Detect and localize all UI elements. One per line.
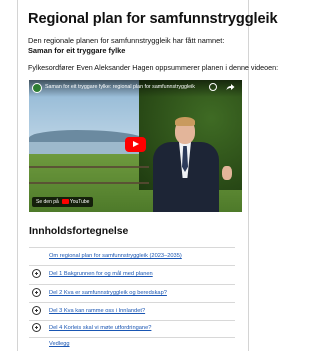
watch-later-icon[interactable] [209,83,217,91]
toc-item[interactable]: Om regional plan for samfunnstryggleik (… [29,250,235,265]
video-player[interactable]: Saman for eit tryggare fylke: regional p… [29,80,242,212]
expand-plus-icon[interactable] [32,269,41,278]
video-byline: Fylkesordfører Even Aleksander Hagen opp… [28,63,279,72]
youtube-logo-icon [61,199,69,204]
plan-name: Saman for eit tryggare fylke [28,45,126,55]
toc-divider [29,320,235,321]
watch-on-youtube-button[interactable]: Se den på YouTube [32,197,94,207]
speaker-hair [175,117,195,126]
toc-divider [29,284,235,285]
toc-link[interactable]: Vedlegg [49,341,70,347]
toc-item[interactable]: Del 2 Kva er samfunnstryggleik og bereds… [29,287,235,302]
intro-text: Den regionale planen for samfunnstryggle… [28,36,225,45]
toc-divider [29,302,235,303]
intro-paragraph: Den regionale planen for samfunnstryggle… [28,36,238,55]
video-title[interactable]: Saman for eit tryggare fylke: regional p… [45,84,195,90]
channel-logo-icon[interactable] [32,83,42,93]
expand-plus-icon[interactable] [32,306,41,315]
toc-divider [29,265,235,266]
toc-heading: Innholdsfortegnelse [29,226,129,237]
toc-link[interactable]: Del 4 Korleis skal vi møte utfordringane… [49,325,151,331]
page-title: Regional plan for samfunnstryggleik [28,11,278,27]
expand-plus-icon[interactable] [32,288,41,297]
toc-divider [29,247,235,248]
toc-link[interactable]: Del 1 Bakgrunnen for og mål med planen [49,271,153,277]
toc-item[interactable]: Del 1 Bakgrunnen for og mål med planen [29,268,235,283]
watch-label: Se den på [36,199,59,205]
watch-platform: YouTube [69,199,90,205]
toc-item[interactable]: Del 3 Kva kan ramme oss i Innlandet? [29,305,235,320]
speaker-hand [222,166,232,180]
article-frame: Regional plan for samfunnstryggleik Den … [17,0,279,351]
expand-plus-icon[interactable] [32,323,41,332]
toc-item[interactable]: Del 4 Korleis skal vi møte utfordringane… [29,322,235,337]
toc-link[interactable]: Om regional plan for samfunnstryggleik (… [49,253,182,259]
share-icon[interactable] [226,83,235,91]
toc-link[interactable]: Del 2 Kva er samfunnstryggleik og bereds… [49,290,167,296]
video-fence [29,166,149,184]
play-icon[interactable] [125,137,146,152]
toc-link[interactable]: Del 3 Kva kan ramme oss i Innlandet? [49,308,145,314]
